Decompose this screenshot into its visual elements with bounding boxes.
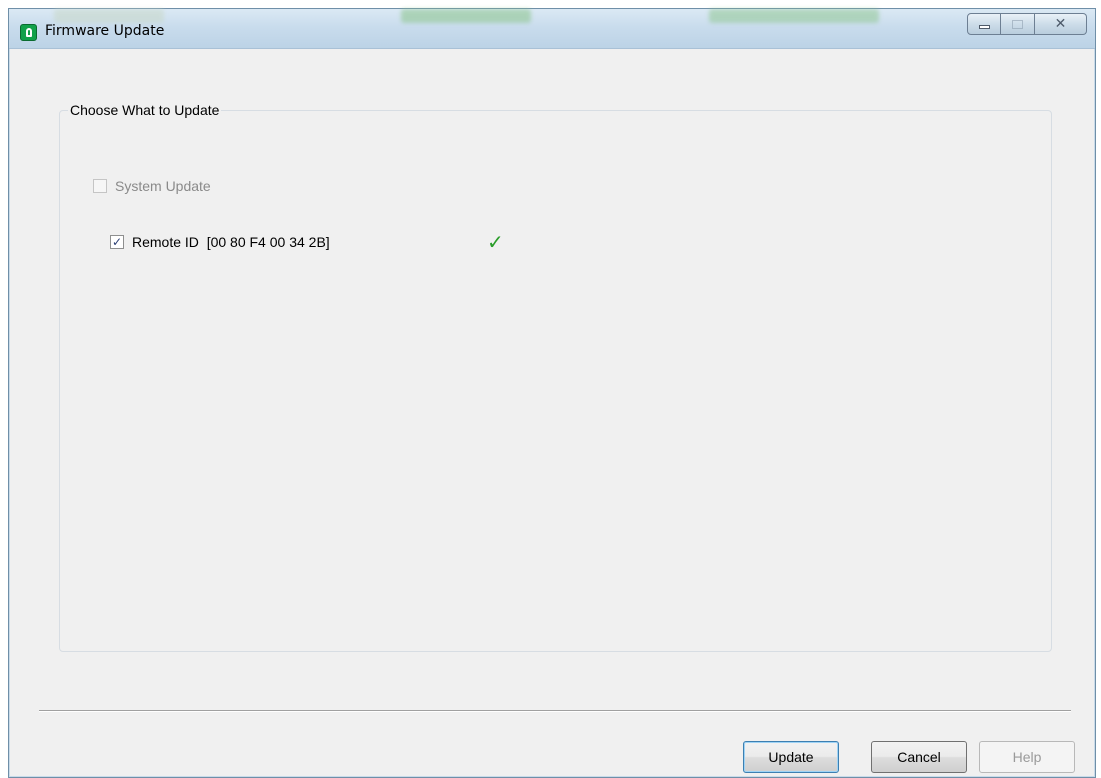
window-title: Firmware Update bbox=[45, 23, 165, 39]
app-shield-icon bbox=[20, 24, 37, 41]
system-update-checkbox[interactable] bbox=[93, 179, 107, 193]
minimize-icon bbox=[978, 25, 990, 29]
remote-id-label: Remote ID [00 80 F4 00 34 2B] bbox=[132, 234, 330, 250]
footer-separator bbox=[39, 710, 1071, 712]
remote-id-checkbox[interactable]: ✓ bbox=[110, 235, 124, 249]
close-button[interactable]: ✕ bbox=[1035, 13, 1087, 35]
background-blur bbox=[54, 9, 164, 23]
remote-id-option: ✓ Remote ID [00 80 F4 00 34 2B] bbox=[110, 234, 330, 250]
system-update-option: System Update bbox=[93, 178, 211, 194]
update-button[interactable]: Update bbox=[743, 741, 839, 773]
firmware-update-window: Firmware Update ✕ Choose What to Update … bbox=[8, 8, 1096, 778]
maximize-button[interactable] bbox=[1001, 13, 1035, 35]
caption-buttons: ✕ bbox=[967, 13, 1087, 35]
close-icon: ✕ bbox=[1054, 16, 1067, 32]
group-legend: Choose What to Update bbox=[70, 102, 220, 118]
checkmark-icon: ✓ bbox=[487, 230, 504, 254]
title-bar[interactable]: Firmware Update ✕ bbox=[9, 9, 1095, 49]
update-options-group: Choose What to Update System Update ✓ Re… bbox=[59, 102, 1052, 652]
cancel-button[interactable]: Cancel bbox=[871, 741, 967, 773]
minimize-button[interactable] bbox=[967, 13, 1001, 35]
system-update-label: System Update bbox=[115, 178, 211, 194]
background-blur bbox=[401, 9, 531, 23]
help-button[interactable]: Help bbox=[979, 741, 1075, 773]
maximize-icon bbox=[1012, 19, 1023, 29]
background-blur bbox=[709, 9, 879, 23]
